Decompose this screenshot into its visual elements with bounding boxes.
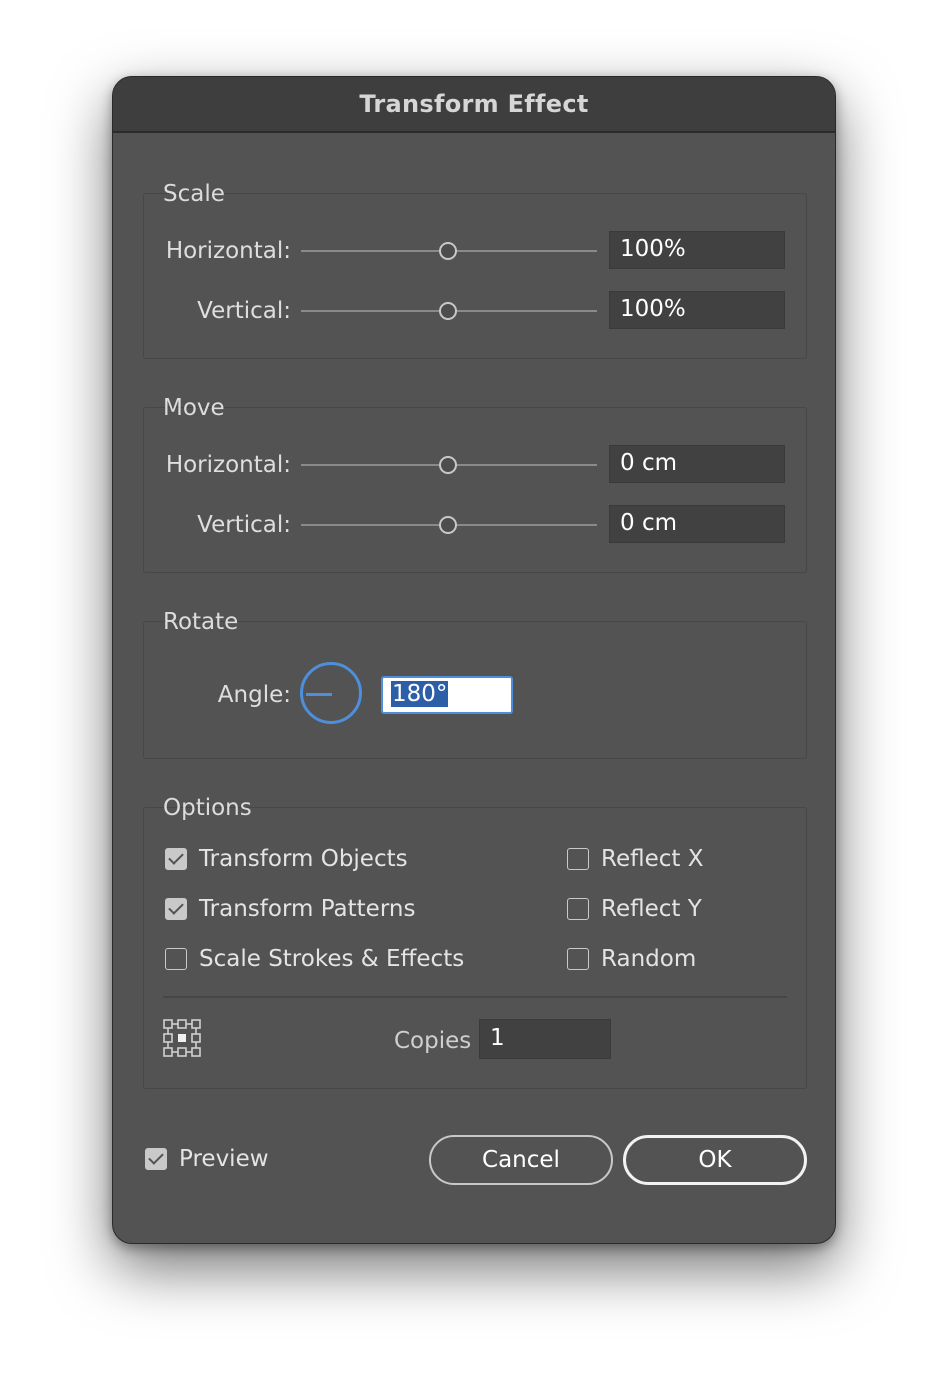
scale-strokes-effects-checkbox[interactable]: Scale Strokes & Effects [165,946,464,972]
scale-vertical-input[interactable]: 100% [609,291,785,329]
move-vertical-input[interactable]: 0 cm [609,505,785,543]
random-label: Random [601,946,697,972]
checkbox-empty-icon [165,948,187,970]
angle-label: Angle: [217,682,291,708]
copies-label: Copies [394,1028,472,1054]
scale-group [143,193,807,359]
move-horizontal-label: Horizontal: [165,452,291,478]
transform-objects-checkbox[interactable]: Transform Objects [165,846,408,872]
copies-input[interactable]: 1 [479,1019,611,1059]
checkbox-empty-icon [567,948,589,970]
checkbox-empty-icon [567,848,589,870]
options-separator [163,996,787,998]
preview-label: Preview [179,1146,269,1172]
options-legend: Options [163,795,252,821]
reflect-y-label: Reflect Y [601,896,702,922]
reflect-x-label: Reflect X [601,846,704,872]
random-checkbox[interactable]: Random [567,946,696,972]
ok-button[interactable]: OK [623,1135,807,1185]
scale-horizontal-label: Horizontal: [165,238,291,264]
move-horizontal-slider-knob[interactable] [439,456,457,474]
reference-point-grid-icon[interactable] [163,1019,201,1057]
scale-horizontal-slider-knob[interactable] [439,242,457,260]
reflect-x-checkbox[interactable]: Reflect X [567,846,703,872]
angle-input[interactable]: 180° [381,676,513,714]
transform-patterns-label: Transform Patterns [199,896,416,922]
preview-checkbox[interactable]: Preview [145,1146,269,1172]
checkmark-icon [145,1148,167,1170]
transform-patterns-checkbox[interactable]: Transform Patterns [165,896,415,922]
move-vertical-label: Vertical: [197,512,291,538]
move-vertical-slider-knob[interactable] [439,516,457,534]
scale-legend: Scale [163,181,225,207]
checkmark-icon [165,848,187,870]
angle-dial-hand [306,693,332,696]
cancel-button[interactable]: Cancel [429,1135,613,1185]
move-horizontal-input[interactable]: 0 cm [609,445,785,483]
angle-input-selected-text: 180° [391,681,449,707]
rotate-legend: Rotate [163,609,239,635]
move-group [143,407,807,573]
angle-dial-icon[interactable] [300,662,362,724]
scale-horizontal-input[interactable]: 100% [609,231,785,269]
scale-strokes-effects-label: Scale Strokes & Effects [199,946,465,972]
dialog-title: Transform Effect [359,90,589,118]
title-bar[interactable]: Transform Effect [113,77,835,133]
transform-effect-dialog: Transform Effect Scale Horizontal: 100% … [112,76,836,1244]
scale-vertical-slider-knob[interactable] [439,302,457,320]
checkmark-icon [165,898,187,920]
move-legend: Move [163,395,225,421]
scale-vertical-label: Vertical: [197,298,291,324]
checkbox-empty-icon [567,898,589,920]
reflect-y-checkbox[interactable]: Reflect Y [567,896,702,922]
transform-objects-label: Transform Objects [199,846,408,872]
